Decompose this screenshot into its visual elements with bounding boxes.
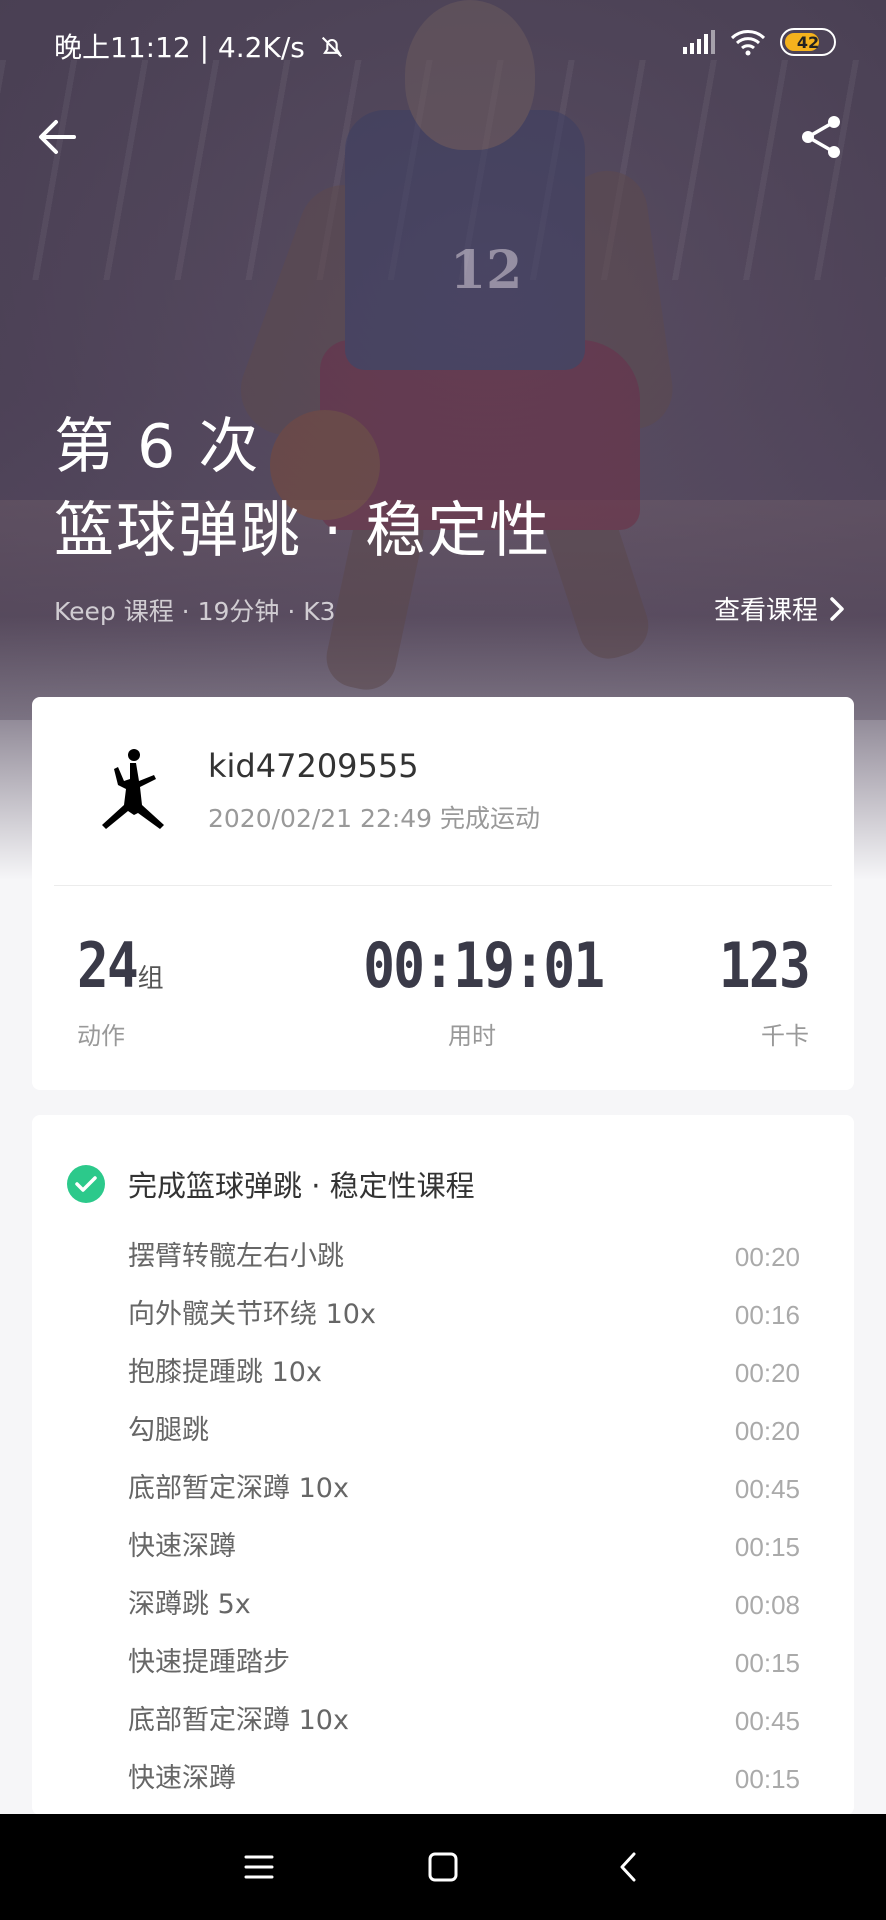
stat-value: 00:19:01 [363,929,605,1002]
list-item[interactable]: 勾腿跳 00:20 [128,1414,800,1472]
exercise-time: 00:45 [734,1706,800,1736]
username[interactable]: kid47209555 [208,747,419,785]
stat-label: 千卡 [761,1022,809,1050]
completion-header: 完成篮球弹跳 · 稳定性课程 [66,1163,475,1205]
back-arrow-icon[interactable] [30,110,84,164]
workout-count-title: 第 6 次 [54,412,261,482]
list-item[interactable]: 深蹲跳 5x 00:08 [128,1588,800,1646]
stat-label: 用时 [448,1022,496,1050]
exercise-name: 深蹲跳 5x [128,1589,251,1620]
jersey-number: 12 [450,240,523,301]
exercise-time: 00:15 [734,1648,800,1678]
completion-title: 完成篮球弹跳 · 稳定性课程 [128,1169,475,1203]
share-icon[interactable] [796,112,846,162]
summary-card: kid47209555 2020/02/21 22:49 完成运动 24组 动作… [32,697,854,1090]
exercise-name: 勾腿跳 [128,1415,209,1446]
exercise-name: 摆臂转髋左右小跳 [128,1241,344,1272]
exercise-time: 00:45 [734,1474,800,1504]
battery-indicator: 42 [780,28,836,56]
list-item[interactable]: 底部暂定深蹲 10x 00:45 [128,1704,800,1762]
stat-duration: 00:19:01 用时 [342,929,605,1051]
exercise-time: 00:15 [734,1764,800,1794]
detail-card: 完成篮球弹跳 · 稳定性课程 摆臂转髋左右小跳 00:20 向外髋关节环绕 10x… [32,1115,854,1815]
exercise-name: 抱膝提踵跳 10x [128,1357,322,1388]
list-item[interactable]: 抱膝提踵跳 10x 00:20 [128,1356,800,1414]
view-course-link[interactable]: 查看课程 [714,590,846,627]
completion-time: 2020/02/21 22:49 完成运动 [208,804,541,833]
exercise-name: 快速提踵踏步 [128,1647,290,1678]
stat-actions: 24组 动作 [77,929,164,1051]
course-title: 篮球弹跳 · 稳定性 [54,496,552,566]
exercise-list: 摆臂转髋左右小跳 00:20 向外髋关节环绕 10x 00:16 抱膝提踵跳 10x… [128,1240,800,1815]
exercise-name: 快速深蹲 [128,1763,236,1794]
divider [54,885,832,886]
exercise-name: 底部暂定深蹲 10x [128,1473,349,1504]
list-item[interactable]: 向外髋关节环绕 10x 00:16 [128,1298,800,1356]
wifi-icon [730,30,766,56]
system-nav-bar [0,1814,886,1920]
exercise-time: 00:20 [734,1358,800,1388]
exercise-time: 00:20 [734,1242,800,1272]
list-item[interactable]: 快速深蹲 00:15 [128,1762,800,1815]
mute-bell-icon [321,36,342,58]
stat-unit: 组 [137,964,164,994]
nav-menu-icon[interactable] [238,1846,280,1888]
exercise-time: 00:15 [734,1532,800,1562]
nav-home-icon[interactable] [422,1846,464,1888]
course-meta: Keep 课程 · 19分钟 · K3 [54,597,336,626]
exercise-time: 00:16 [734,1300,800,1330]
check-circle-icon [67,1165,105,1203]
list-item[interactable]: 快速提踵踏步 00:15 [128,1646,800,1704]
stat-value: 123 [718,929,811,1002]
status-time: 晚上11:12 | 4.2K/s [54,26,346,66]
signal-icon [683,30,715,54]
exercise-name: 向外髋关节环绕 10x [128,1299,376,1330]
status-bar: 晚上11:12 | 4.2K/s 42 [0,0,886,88]
stat-calories: 123 千卡 [703,929,811,1051]
chevron-right-icon [830,596,844,621]
list-item[interactable]: 快速深蹲 00:15 [128,1530,800,1588]
jumpman-logo-icon [102,749,164,829]
exercise-time: 00:20 [734,1416,800,1446]
exercise-name: 底部暂定深蹲 10x [128,1705,349,1736]
list-item[interactable]: 摆臂转髋左右小跳 00:20 [128,1240,800,1298]
list-item[interactable]: 底部暂定深蹲 10x 00:45 [128,1472,800,1530]
stat-value: 24 [77,929,139,1002]
exercise-time: 00:08 [734,1590,800,1620]
nav-back-icon[interactable] [608,1846,650,1888]
exercise-name: 快速深蹲 [128,1531,236,1562]
stat-label: 动作 [77,1022,125,1050]
